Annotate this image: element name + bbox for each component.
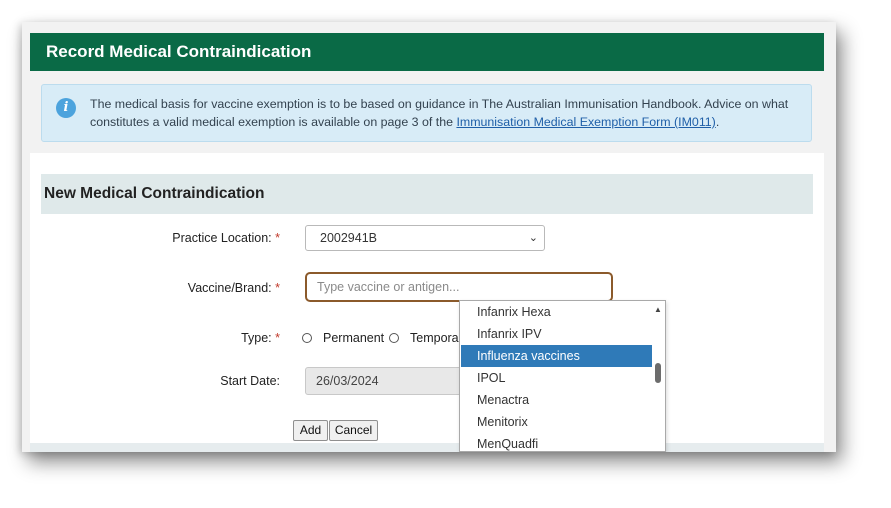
dialog-card: Record Medical Contraindication i The me… bbox=[22, 22, 836, 452]
dropdown-item[interactable]: Infanrix IPV bbox=[461, 323, 653, 345]
form-panel: New Medical Contraindication Practice Lo… bbox=[30, 153, 824, 452]
dropdown-item[interactable]: IPOL bbox=[461, 367, 653, 389]
info-alert: i The medical basis for vaccine exemptio… bbox=[41, 84, 812, 142]
start-date-field[interactable]: 26/03/2024 bbox=[305, 367, 465, 395]
required-mark: * bbox=[275, 231, 280, 245]
practice-location-label-text: Practice Location: bbox=[172, 231, 272, 245]
scroll-up-icon[interactable]: ▲ bbox=[654, 305, 662, 314]
permanent-radio-label[interactable]: Permanent bbox=[323, 331, 384, 345]
dropdown-scrollbar[interactable]: ▲ bbox=[652, 301, 664, 451]
required-mark: * bbox=[275, 331, 280, 345]
dropdown-item[interactable]: Menitorix bbox=[461, 411, 653, 433]
info-icon: i bbox=[56, 98, 76, 118]
dropdown-item-selected[interactable]: Influenza vaccines bbox=[461, 345, 653, 367]
vaccine-dropdown-list[interactable]: Infanrix Hexa Infanrix IPV Influenza vac… bbox=[459, 300, 666, 452]
vaccine-label-text: Vaccine/Brand: bbox=[187, 281, 272, 295]
vaccine-search-input[interactable]: Type vaccine or antigen... bbox=[305, 272, 613, 302]
dropdown-item[interactable]: Infanrix Hexa bbox=[461, 301, 653, 323]
type-label: Type: * bbox=[40, 331, 280, 345]
practice-location-label: Practice Location: * bbox=[40, 231, 280, 245]
chevron-down-icon: ⌄ bbox=[528, 232, 538, 244]
type-label-text: Type: bbox=[241, 331, 272, 345]
section-title: New Medical Contraindication bbox=[41, 174, 813, 214]
start-date-label: Start Date: bbox=[220, 374, 280, 388]
temporary-radio[interactable] bbox=[389, 333, 399, 343]
cancel-button[interactable]: Cancel bbox=[329, 420, 378, 441]
info-text: The medical basis for vaccine exemption … bbox=[90, 95, 800, 131]
dropdown-item[interactable]: Menactra bbox=[461, 389, 653, 411]
vaccine-label: Vaccine/Brand: * bbox=[40, 281, 280, 295]
required-mark: * bbox=[275, 281, 280, 295]
permanent-radio[interactable] bbox=[302, 333, 312, 343]
info-suffix: . bbox=[715, 115, 720, 129]
scrollbar-thumb[interactable] bbox=[655, 363, 661, 383]
dropdown-item[interactable]: MenQuadfi bbox=[461, 433, 653, 451]
panel-footer bbox=[30, 443, 824, 452]
im011-link[interactable]: Immunisation Medical Exemption Form (IM0… bbox=[456, 115, 715, 129]
practice-location-value: 2002941B bbox=[320, 231, 378, 245]
add-button[interactable]: Add bbox=[293, 420, 328, 441]
page-title: Record Medical Contraindication bbox=[30, 33, 824, 71]
practice-location-select[interactable]: 2002941B ⌄ bbox=[305, 225, 545, 251]
